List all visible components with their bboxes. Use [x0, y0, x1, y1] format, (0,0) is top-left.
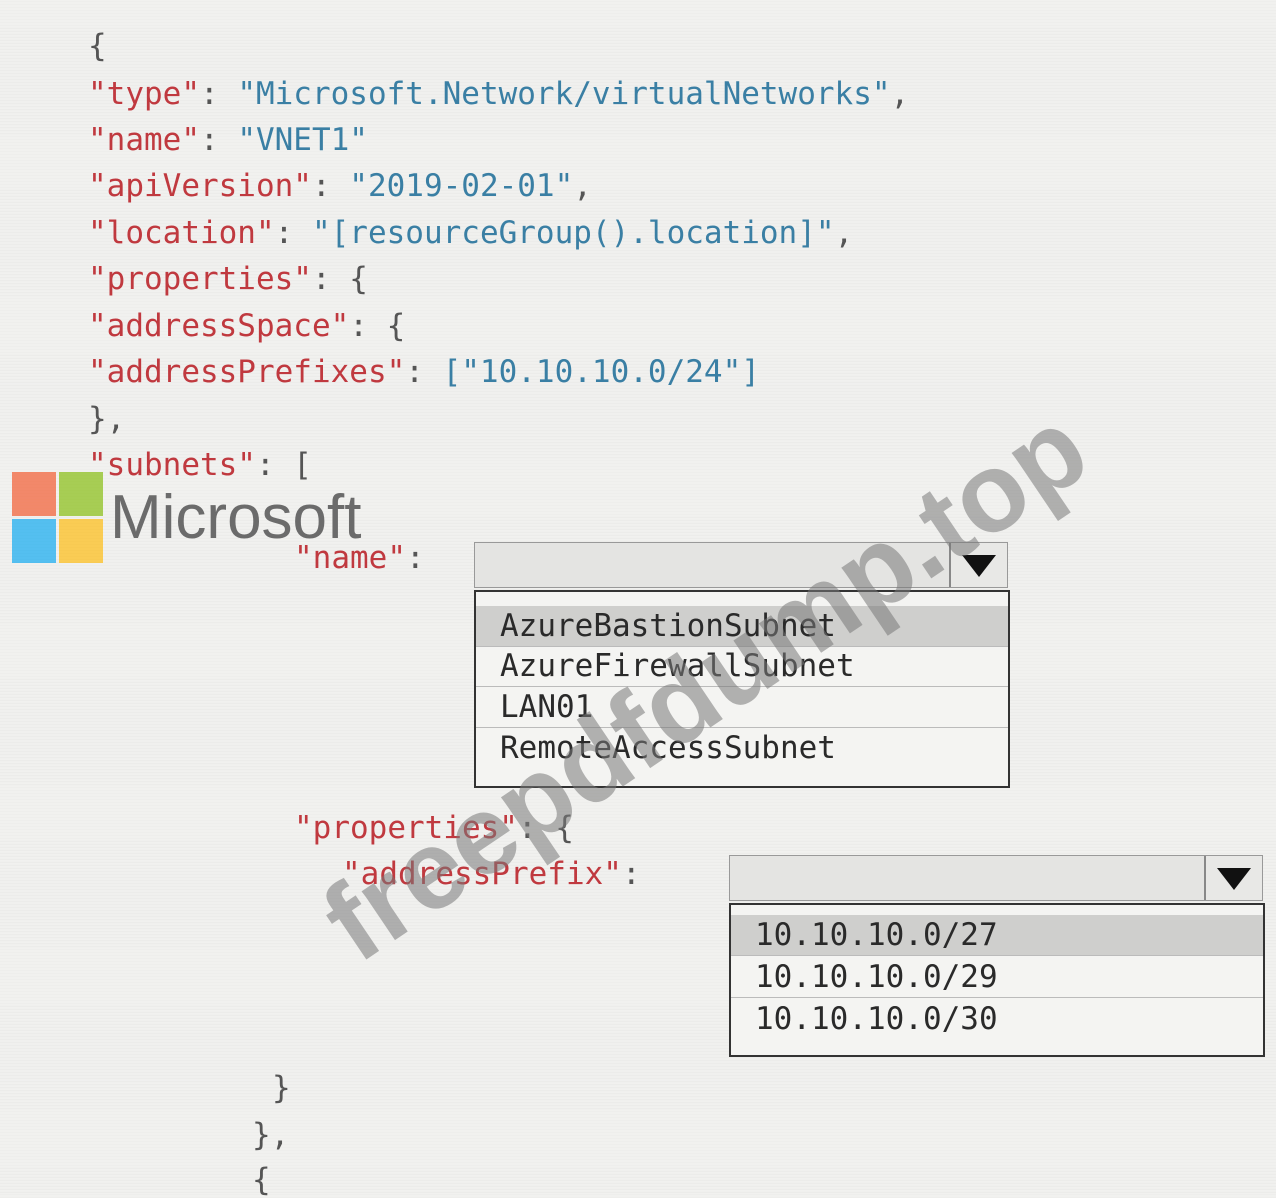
logo-square-blue	[12, 519, 56, 563]
code-line-apiversion: "apiVersion": "2019-02-01",	[88, 168, 592, 204]
code-close-properties: }	[272, 1070, 291, 1106]
logo-square-yellow	[59, 519, 103, 563]
location-key: "location"	[88, 215, 275, 251]
addressprefixes-key: "addressPrefixes"	[88, 354, 406, 390]
code-line-type: "type": "Microsoft.Network/virtualNetwor…	[88, 76, 910, 112]
logo-square-green	[59, 472, 103, 516]
logo-square-red	[12, 472, 56, 516]
code-close-addressspace: },	[88, 401, 126, 437]
address-prefix-option[interactable]: 10.10.10.0/30	[731, 999, 1263, 1039]
address-prefix-option[interactable]: 10.10.10.0/27	[731, 915, 1263, 956]
name-value: "VNET1"	[237, 122, 368, 158]
addressprefixes-value: ["10.10.10.0/24"]	[442, 354, 760, 390]
address-prefix-options-list: 10.10.10.0/27 10.10.10.0/29 10.10.10.0/3…	[729, 903, 1265, 1057]
type-key: "type"	[88, 76, 200, 112]
properties-key: "properties"	[88, 261, 312, 297]
address-prefix-dropdown-button[interactable]	[1204, 856, 1262, 900]
apiversion-key: "apiVersion"	[88, 168, 312, 204]
addressspace-key: "addressSpace"	[88, 308, 350, 344]
code-close-subnet: },	[252, 1117, 290, 1153]
address-prefix-select[interactable]	[729, 855, 1263, 901]
name-key: "name"	[88, 122, 200, 158]
location-value: "[resourceGroup().location]"	[311, 215, 835, 251]
logo-text: Microsoft	[110, 483, 362, 552]
code-open-brace: {	[88, 28, 107, 64]
code-line-name: "name": "VNET1"	[88, 122, 368, 158]
code-line-properties: "properties": {	[88, 261, 368, 297]
code-line-addressspace: "addressSpace": {	[88, 308, 406, 344]
code-line-location: "location": "[resourceGroup().location]"…	[88, 215, 854, 251]
chevron-down-icon	[1217, 868, 1251, 890]
type-value: "Microsoft.Network/virtualNetworks"	[237, 76, 891, 112]
apiversion-value: "2019-02-01"	[349, 168, 574, 204]
microsoft-logo: Microsoft	[12, 472, 432, 564]
address-prefix-option[interactable]: 10.10.10.0/29	[731, 957, 1263, 998]
code-line-addressprefixes: "addressPrefixes": ["10.10.10.0/24"]	[88, 354, 760, 390]
